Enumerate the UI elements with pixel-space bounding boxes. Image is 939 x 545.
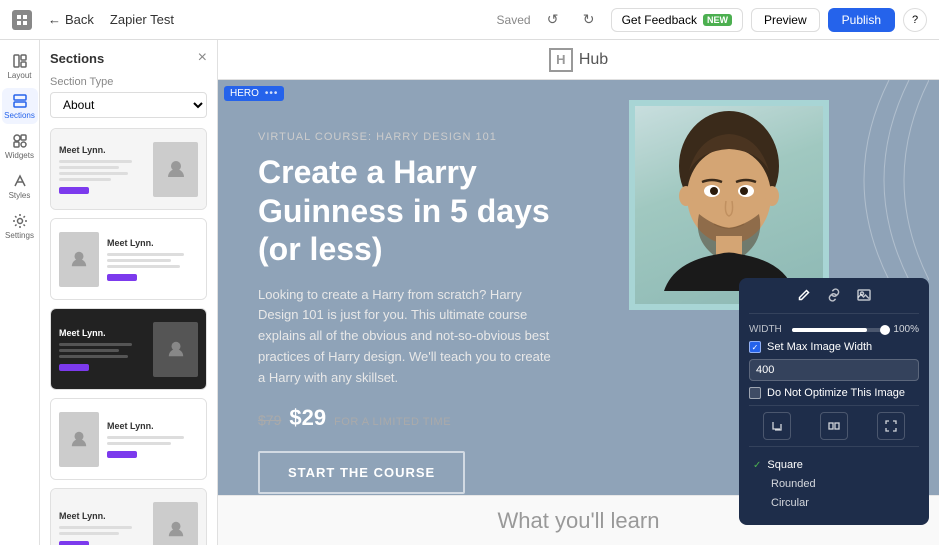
section-type-label: Section Type: [50, 76, 207, 88]
get-feedback-button[interactable]: Get Feedback NEW: [611, 8, 743, 32]
hero-right: WIDTH 100% ✓ Set Max Image Width: [619, 80, 939, 545]
crop-icon-button[interactable]: [763, 412, 791, 440]
section-card-4[interactable]: Meet Lynn.: [50, 398, 207, 480]
cta-button[interactable]: START THE COURSE: [258, 451, 465, 494]
price-row: $79 $29 FOR A LIMITED TIME: [258, 405, 589, 431]
top-bar-left: ← Back Zapier Test: [12, 8, 174, 31]
fullscreen-icon-button[interactable]: [877, 412, 905, 440]
site-header: H Hub: [218, 40, 939, 80]
settings-label: Settings: [5, 231, 34, 240]
panel-title: Sections: [50, 51, 104, 66]
back-arrow-icon: ←: [48, 12, 61, 27]
section-card-5[interactable]: Meet Lynn.: [50, 488, 207, 545]
course-label: VIRTUAL COURSE: HARRY DESIGN 101: [258, 131, 589, 143]
hero-content: VIRTUAL COURSE: HARRY DESIGN 101 Create …: [218, 80, 619, 545]
panel-header: Sections ×: [50, 50, 207, 66]
section-card-3[interactable]: Meet Lynn.: [50, 308, 207, 390]
slider-fill: [792, 328, 867, 332]
settings-icon: [12, 213, 28, 229]
sections-label: Sections: [4, 111, 35, 120]
hero-title: Create a Harry Guinness in 5 days (or le…: [258, 153, 589, 268]
logo-box: H: [549, 48, 573, 72]
widgets-icon: [12, 133, 28, 149]
saved-status: Saved: [497, 13, 531, 27]
project-name: Zapier Test: [110, 12, 174, 27]
do-not-optimize-label: Do Not Optimize This Image: [767, 387, 905, 399]
sidebar-item-settings[interactable]: Settings: [2, 208, 38, 244]
help-button[interactable]: ?: [903, 8, 927, 32]
app-logo: [12, 10, 32, 30]
image-editor-popup: WIDTH 100% ✓ Set Max Image Width: [739, 278, 929, 525]
preview-button[interactable]: Preview: [751, 8, 820, 32]
sections-icon: [12, 93, 28, 109]
width-input[interactable]: [749, 359, 919, 381]
redo-button[interactable]: ↻: [575, 6, 603, 34]
portrait-svg: [644, 106, 814, 296]
hero-description: Looking to create a Harry from scratch? …: [258, 285, 558, 389]
editor-tab-pencil[interactable]: [797, 288, 811, 305]
layout-icon: [12, 53, 28, 69]
shape-option-rounded[interactable]: Rounded: [749, 476, 919, 492]
sidebar-item-widgets[interactable]: Widgets: [2, 128, 38, 164]
set-max-checkbox-row: ✓ Set Max Image Width: [749, 341, 919, 353]
set-max-checkbox[interactable]: ✓: [749, 341, 761, 353]
learn-footer-text: What you'll learn: [498, 508, 660, 534]
top-bar: ← Back Zapier Test Saved ↺ ↻ Get Feedbac…: [0, 0, 939, 40]
hero-label-dots: •••: [265, 88, 279, 99]
back-label: Back: [65, 12, 94, 27]
styles-label: Styles: [9, 191, 31, 200]
shape-option-circular[interactable]: Circular: [749, 495, 919, 511]
do-not-optimize-checkbox[interactable]: [749, 387, 761, 399]
section-type-select[interactable]: About: [50, 92, 207, 118]
width-slider-track[interactable]: [792, 328, 885, 332]
shape-circular-label: Circular: [771, 497, 809, 509]
get-feedback-label: Get Feedback: [622, 13, 697, 27]
editor-tabs: [749, 288, 919, 314]
section-card-2[interactable]: Meet Lynn.: [50, 218, 207, 300]
hero-section: HERO ••• VIRTUAL COURSE: HARRY DESIGN 10…: [218, 80, 939, 545]
section-card-1[interactable]: Meet Lynn.: [50, 128, 207, 210]
set-max-label: Set Max Image Width: [767, 341, 872, 353]
sections-panel: Sections × Section Type About Meet Lynn.: [40, 40, 218, 545]
width-percentage: 100%: [893, 324, 919, 335]
shape-square-label: Square: [767, 459, 802, 471]
checkmark-icon: ✓: [752, 343, 759, 352]
limited-time-label: FOR A LIMITED TIME: [334, 416, 451, 428]
hero-label: HERO •••: [224, 86, 284, 101]
editor-tab-image[interactable]: [857, 288, 871, 305]
width-row: WIDTH 100%: [749, 324, 919, 335]
editor-tab-link[interactable]: [827, 288, 841, 305]
optimize-checkbox-row: Do Not Optimize This Image: [749, 387, 919, 399]
hero-image-placeholder: [635, 106, 823, 304]
checkmark-square: ✓: [753, 460, 761, 471]
shape-options: ✓ Square Rounded Circular: [749, 453, 919, 515]
sidebar-item-sections[interactable]: Sections: [2, 88, 38, 124]
top-bar-right: Saved ↺ ↻ Get Feedback NEW Preview Publi…: [497, 6, 927, 34]
main-layout: Layout Sections Widgets Styles Settings …: [0, 40, 939, 545]
site-logo: H Hub: [549, 48, 608, 72]
editor-icon-row: [749, 412, 919, 440]
styles-icon: [12, 173, 28, 189]
layout-label: Layout: [7, 71, 31, 80]
editor-divider: [749, 405, 919, 406]
undo-button[interactable]: ↺: [539, 6, 567, 34]
width-label: WIDTH: [749, 324, 784, 335]
old-price: $79: [258, 412, 281, 428]
shape-rounded-label: Rounded: [771, 478, 816, 490]
editor-divider-2: [749, 446, 919, 447]
publish-button[interactable]: Publish: [828, 8, 895, 32]
flip-icon-button[interactable]: [820, 412, 848, 440]
new-price: $29: [289, 405, 326, 431]
widgets-label: Widgets: [5, 151, 34, 160]
shape-option-square[interactable]: ✓ Square: [749, 457, 919, 473]
sidebar-item-layout[interactable]: Layout: [2, 48, 38, 84]
hero-wrapper: H Hub HERO ••• VIRTUAL COURSE: HARRY DES…: [218, 40, 939, 545]
left-sidebar: Layout Sections Widgets Styles Settings: [0, 40, 40, 545]
new-badge: NEW: [703, 14, 732, 26]
close-panel-button[interactable]: ×: [198, 50, 207, 66]
sidebar-item-styles[interactable]: Styles: [2, 168, 38, 204]
site-name: Hub: [579, 51, 608, 69]
slider-thumb: [880, 325, 890, 335]
back-button[interactable]: ← Back: [40, 8, 102, 31]
